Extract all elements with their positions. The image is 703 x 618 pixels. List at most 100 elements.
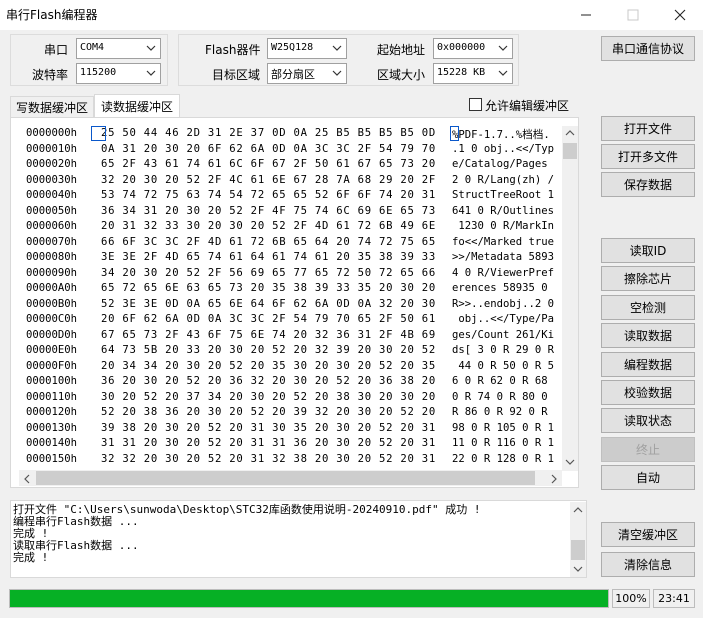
auto-button[interactable]: 自动 <box>601 465 695 490</box>
hex-address: 0000150h <box>26 452 78 465</box>
hex-bytes: 20 6F 62 6A 0D 0A 3C 3C 2F 54 79 70 65 2… <box>101 313 437 325</box>
size-select[interactable]: 15228 KB <box>433 63 513 84</box>
size-value: 15228 KB <box>437 67 486 78</box>
allow-edit-checkbox[interactable] <box>469 98 482 111</box>
hex-address: 00000E0h <box>26 344 78 356</box>
chevron-down-icon <box>498 45 508 51</box>
start-address-value: 0x000000 <box>437 42 486 53</box>
hex-ascii: ds[ 3 0 R 29 0 R <box>452 344 555 356</box>
progress-bar <box>9 589 609 608</box>
hex-bytes: 36 34 31 20 30 20 52 2F 4F 75 74 6C 69 6… <box>101 204 437 217</box>
hex-ascii: R>>..endobj..2 0 <box>452 297 555 310</box>
maximize-icon <box>627 9 639 21</box>
area-select[interactable]: 部分扇区 <box>267 63 347 84</box>
open-multiple-files-button[interactable]: 打开多文件 <box>601 144 695 169</box>
erase-chip-button[interactable]: 擦除芯片 <box>601 266 695 291</box>
horizontal-scrollbar[interactable] <box>19 470 562 486</box>
hex-ascii: 98 0 R 105 0 R 1 <box>452 421 555 434</box>
hex-ascii: erences 58935 0 <box>452 282 555 294</box>
hex-ascii: 1230 0 R/MarkIn <box>452 220 555 232</box>
log-scroll-thumb[interactable] <box>571 540 585 560</box>
chevron-down-icon <box>498 70 508 76</box>
hex-ascii: 4 0 R/ViewerPref <box>452 266 555 279</box>
ascii-cursor <box>450 126 459 141</box>
stop-button[interactable]: 终止 <box>601 437 695 462</box>
clear-buffer-button[interactable]: 清空缓冲区 <box>601 522 695 547</box>
chevron-down-icon <box>332 70 342 76</box>
serial-protocol-button[interactable]: 串口通信协议 <box>601 36 695 61</box>
hex-ascii: StructTreeRoot 1 <box>452 189 555 201</box>
device-select[interactable]: W25Q128 <box>267 38 347 59</box>
allow-edit-label: 允许编辑缓冲区 <box>485 99 570 113</box>
hex-bytes: 30 20 52 20 37 34 20 30 20 52 20 38 30 2… <box>101 390 437 403</box>
read-id-button[interactable]: 读取ID <box>601 238 695 263</box>
hex-address: 0000140h <box>26 437 78 449</box>
hex-bytes: 52 20 38 36 20 30 20 52 20 39 32 20 30 2… <box>101 406 437 418</box>
read-data-button[interactable]: 读取数据 <box>601 323 695 348</box>
hex-address: 00000D0h <box>26 328 78 341</box>
minimize-button[interactable] <box>563 0 609 30</box>
hex-bytes: 52 3E 3E 0D 0A 65 6E 64 6F 62 6A 0D 0A 3… <box>101 297 437 310</box>
hex-ascii: %PDF-1.7..%档档. <box>452 129 550 141</box>
hex-cursor <box>91 126 106 141</box>
horizontal-scroll-thumb[interactable] <box>36 471 535 485</box>
scroll-right-icon[interactable] <box>550 474 558 484</box>
hex-ascii: 11 0 R 116 0 R 1 <box>452 437 555 449</box>
baud-select[interactable]: 115200 <box>76 63 161 84</box>
scroll-down-icon[interactable] <box>573 565 583 573</box>
blank-check-button[interactable]: 空检测 <box>601 295 695 320</box>
read-status-button[interactable]: 读取状态 <box>601 408 695 433</box>
start-address-select[interactable]: 0x000000 <box>433 38 513 59</box>
scroll-down-icon[interactable] <box>565 458 575 466</box>
hex-bytes: 53 74 72 75 63 74 54 72 65 65 52 6F 6F 7… <box>101 189 437 201</box>
hex-bytes: 39 38 20 30 20 52 20 31 30 35 20 30 20 5… <box>101 421 437 434</box>
vertical-scrollbar[interactable] <box>562 126 578 471</box>
maximize-button[interactable] <box>610 0 656 30</box>
hex-bytes: 67 65 73 2F 43 6F 75 6E 74 20 32 36 31 2… <box>101 328 437 341</box>
area-label: 目标区域 <box>212 68 261 82</box>
hex-bytes: 20 31 32 33 30 20 30 20 52 2F 4D 61 72 6… <box>101 220 437 232</box>
log-vertical-scrollbar[interactable] <box>570 502 586 577</box>
clear-info-button[interactable]: 清除信息 <box>601 552 695 577</box>
hex-address: 0000120h <box>26 406 78 418</box>
hex-ascii: ges/Count 261/Ki <box>452 328 555 341</box>
close-icon <box>674 9 686 21</box>
minimize-icon <box>581 14 591 16</box>
hex-address: 0000100h <box>26 375 78 387</box>
hex-address: 0000070h <box>26 235 78 248</box>
hex-bytes: 20 34 34 20 30 20 52 20 35 30 20 30 20 5… <box>101 359 437 372</box>
tab-read-buffer[interactable]: 读数据缓冲区 <box>94 94 180 118</box>
hex-bytes: 0A 31 20 30 20 6F 62 6A 0D 0A 3C 3C 2F 5… <box>101 142 437 155</box>
hex-ascii: 6 0 R 62 0 R 68 <box>452 375 555 387</box>
close-button[interactable] <box>657 0 703 30</box>
tab-write-buffer[interactable]: 写数据缓冲区 <box>10 96 94 118</box>
hex-address: 00000A0h <box>26 282 78 294</box>
chevron-down-icon <box>146 70 156 76</box>
baud-value: 115200 <box>80 67 117 78</box>
hex-address: 00000C0h <box>26 313 78 325</box>
program-data-button[interactable]: 编程数据 <box>601 352 695 377</box>
save-data-button[interactable]: 保存数据 <box>601 172 695 197</box>
hex-ascii: R 86 0 R 92 0 R <box>452 406 555 418</box>
hex-address: 0000040h <box>26 189 78 201</box>
hex-view[interactable]: 0000000h 25 50 44 46 2D 31 2E 37 0D 0A 25… <box>10 117 579 488</box>
hex-address: 00000B0h <box>26 297 78 310</box>
scroll-up-icon[interactable] <box>565 129 575 137</box>
status-time: 23:41 <box>653 589 695 608</box>
scroll-up-icon[interactable] <box>573 506 583 514</box>
scroll-left-icon[interactable] <box>23 474 31 484</box>
hex-ascii: 2 0 R/Lang(zh) / <box>452 173 555 186</box>
hex-address: 0000130h <box>26 421 78 434</box>
log-output[interactable]: 打开文件 "C:\Users\sunwoda\Desktop\STC32库函数使… <box>10 500 587 578</box>
hex-bytes: 36 20 30 20 52 20 36 32 20 30 20 52 20 3… <box>101 375 437 387</box>
device-label: Flash器件 <box>205 43 261 57</box>
open-file-button[interactable]: 打开文件 <box>601 116 695 141</box>
port-select[interactable]: COM4 <box>76 38 161 59</box>
verify-data-button[interactable]: 校验数据 <box>601 380 695 405</box>
hex-ascii: e/Catalog/Pages <box>452 158 555 170</box>
window-title: 串行Flash编程器 <box>6 8 98 22</box>
port-value: COM4 <box>80 42 105 53</box>
hex-address: 0000050h <box>26 204 78 217</box>
device-value: W25Q128 <box>271 42 314 53</box>
vertical-scroll-thumb[interactable] <box>563 143 577 159</box>
